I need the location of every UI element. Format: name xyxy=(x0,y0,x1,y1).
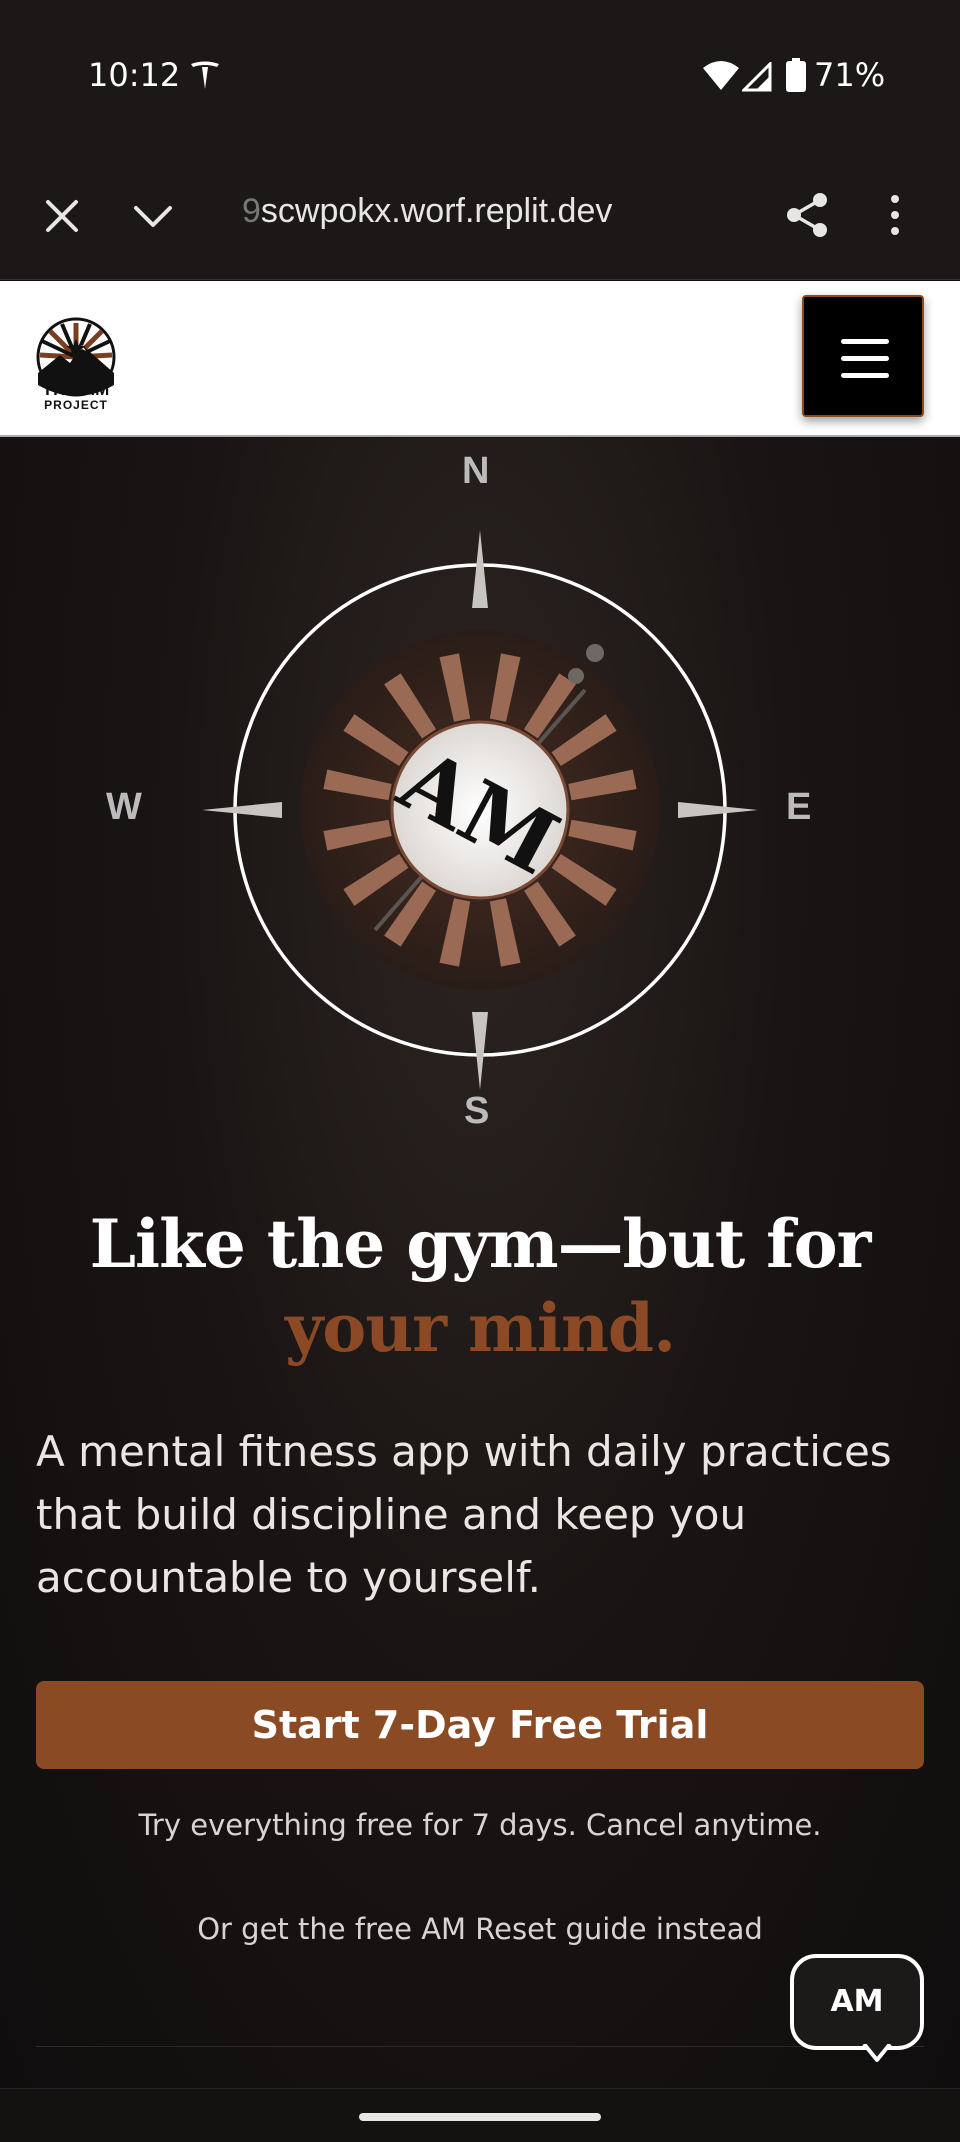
tesla-icon xyxy=(191,61,219,89)
hamburger-line xyxy=(841,339,889,344)
url-faded-prefix: 9 xyxy=(242,192,261,230)
share-icon[interactable] xyxy=(782,190,832,240)
section-divider xyxy=(36,2046,924,2047)
compass-east-label: E xyxy=(786,786,812,828)
compass-graphic: AM N S W E xyxy=(106,450,830,1140)
trial-note: Try everything free for 7 days. Cancel a… xyxy=(138,1808,822,1842)
headline-accent: your mind. xyxy=(284,1289,676,1367)
status-time: 10:12 xyxy=(88,56,181,94)
site-header: THE AM PROJECT xyxy=(0,281,960,437)
compass-south-label: S xyxy=(464,1090,490,1132)
logo-line2: PROJECT xyxy=(44,398,108,412)
close-icon[interactable] xyxy=(40,194,84,238)
hamburger-line xyxy=(841,373,889,378)
battery-icon xyxy=(786,58,806,92)
wifi-icon xyxy=(703,61,739,90)
compass-north-label: N xyxy=(462,450,490,492)
logo-wordmark: THE AM PROJECT xyxy=(28,380,124,412)
hero-subtext: A mental fitness app with daily practice… xyxy=(36,1427,892,1602)
hamburger-line xyxy=(841,356,889,361)
compass-west-label: W xyxy=(106,786,142,828)
url-bar[interactable]: 9scwpokx.worf.replit.dev xyxy=(242,192,612,231)
home-handle[interactable] xyxy=(359,2113,601,2121)
hamburger-menu-button[interactable] xyxy=(802,295,924,417)
chat-bubble-tail-icon xyxy=(862,2044,892,2062)
free-guide-link[interactable]: Or get the free AM Reset guide instead xyxy=(0,1912,960,1946)
logo-line1: THE AM xyxy=(42,380,110,399)
compass-svg: AM xyxy=(202,530,758,1090)
gesture-nav-bar xyxy=(0,2088,960,2142)
headline-line1: Like the gym—but for xyxy=(89,1205,872,1283)
url-text: scwpokx.worf.replit.dev xyxy=(260,192,613,230)
battery-percentage: 71% xyxy=(814,56,886,94)
more-options-icon[interactable] xyxy=(880,190,910,240)
hero-section: AM N S W E Like the gym—but for your min… xyxy=(0,438,960,2088)
hero-headline: Like the gym—but for your mind. xyxy=(0,1202,960,1370)
browser-toolbar: 9scwpokx.worf.replit.dev xyxy=(0,150,960,280)
chat-assistant-button[interactable]: AM xyxy=(790,1954,924,2050)
start-trial-button[interactable]: Start 7-Day Free Trial xyxy=(36,1681,924,1769)
chevron-down-icon[interactable] xyxy=(128,194,178,238)
signal-icon xyxy=(742,62,772,92)
status-bar: 10:12 71% xyxy=(0,0,960,150)
